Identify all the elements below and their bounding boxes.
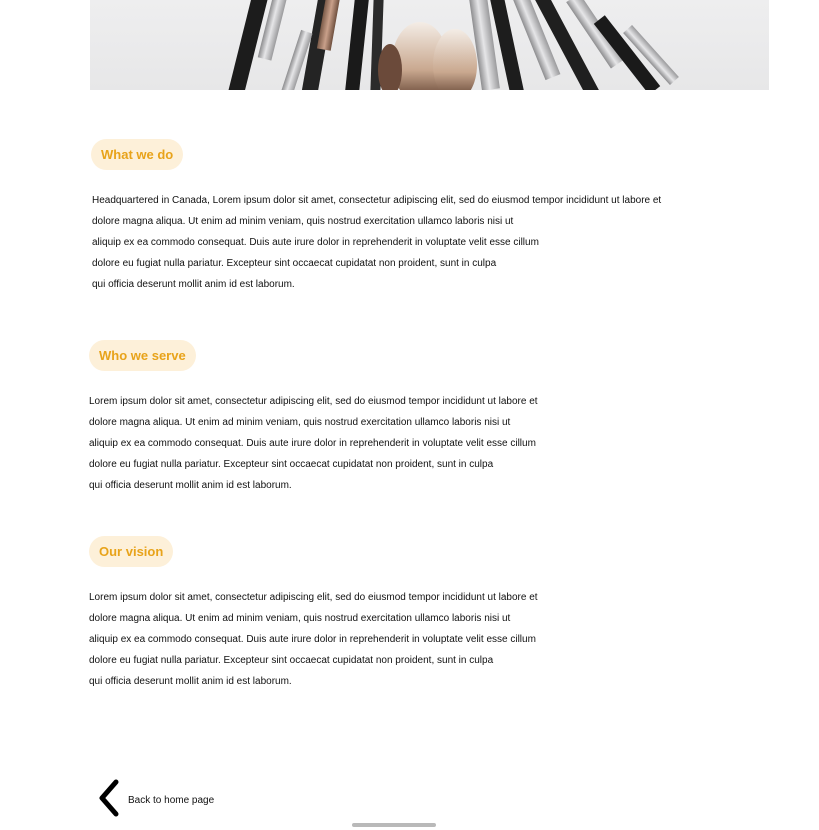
paragraph-line: dolore eu fugiat nulla pariatur. Excepte… [89, 459, 494, 470]
section-heading-who-we-serve: Who we serve [89, 340, 196, 371]
paragraph-line: dolore eu fugiat nulla pariatur. Excepte… [89, 655, 494, 666]
section-heading-what-we-do: What we do [91, 139, 184, 170]
paragraph-line: aliquip ex ea commodo consequat. Duis au… [89, 438, 536, 449]
section-body-our-vision: Lorem ipsum dolor sit amet, consectetur … [89, 587, 538, 692]
paragraph-line: dolore magna aliqua. Ut enim ad minim ve… [89, 417, 511, 428]
paragraph-line: qui officia deserunt mollit anim id est … [89, 480, 292, 491]
section-body-what-we-do: Headquartered in Canada, Lorem ipsum dol… [92, 190, 661, 295]
section-body-who-we-serve: Lorem ipsum dolor sit amet, consectetur … [89, 391, 538, 496]
paragraph-line: qui officia deserunt mollit anim id est … [89, 676, 292, 687]
paragraph-line: Lorem ipsum dolor sit amet, consectetur … [89, 396, 538, 407]
brushes-illustration [226, 0, 679, 90]
paragraph-line: dolore eu fugiat nulla pariatur. Excepte… [92, 258, 497, 269]
hero-image [90, 0, 769, 90]
paragraph-line: qui officia deserunt mollit anim id est … [92, 279, 295, 290]
paragraph-line: dolore magna aliqua. Ut enim ad minim ve… [89, 613, 511, 624]
section-heading-our-vision: Our vision [89, 536, 174, 567]
back-link-label[interactable]: Back to home page [128, 795, 214, 806]
paragraph-line: Headquartered in Canada, Lorem ipsum dol… [92, 195, 662, 206]
home-indicator [352, 823, 436, 827]
paragraph-line: aliquip ex ea commodo consequat. Duis au… [92, 237, 539, 248]
paragraph-line: Lorem ipsum dolor sit amet, consectetur … [89, 592, 538, 603]
back-to-home-link[interactable]: Back to home page [96, 778, 214, 823]
paragraph-line: dolore magna aliqua. Ut enim ad minim ve… [92, 216, 514, 227]
chevron-left-icon[interactable] [96, 778, 122, 823]
paragraph-line: aliquip ex ea commodo consequat. Duis au… [89, 634, 536, 645]
